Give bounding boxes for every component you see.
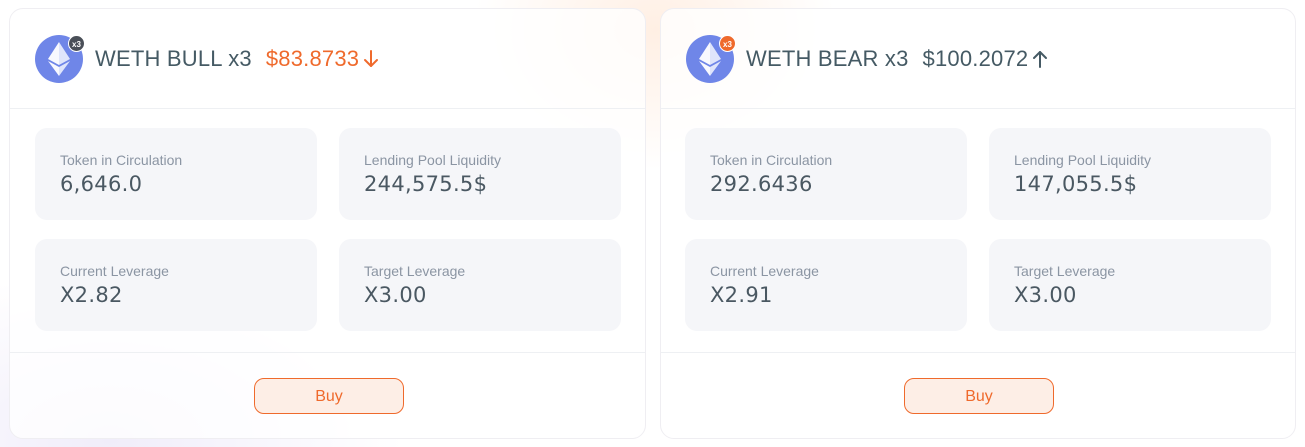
stat-lending-pool-liquidity: Lending Pool Liquidity 244,575.5$ (339, 128, 621, 220)
stat-value: X3.00 (364, 283, 427, 307)
stat-label: Target Leverage (364, 263, 466, 279)
stat-label: Target Leverage (1014, 263, 1116, 279)
stat-target-leverage: Target Leverage X3.00 (339, 239, 621, 331)
token-name: WETH BEAR x3 (746, 46, 909, 71)
arrow-up-icon (1033, 51, 1048, 68)
token-cards-panel: x3 WETH BULL x3 $83.8733 Token in Circul… (0, 0, 1305, 447)
stat-value: 244,575.5$ (364, 172, 488, 196)
token-price: $100.2072 (922, 46, 1029, 71)
ethereum-icon (48, 42, 70, 76)
buy-button[interactable]: Buy (904, 378, 1054, 414)
card-footer: Buy (10, 352, 645, 438)
weth-token-icon: x3 (35, 35, 85, 83)
token-price: $83.8733 (265, 46, 360, 71)
token-name: WETH BULL x3 (95, 46, 252, 71)
stat-token-in-circulation: Token in Circulation 6,646.0 (35, 128, 317, 220)
card-header: x3 WETH BULL x3 $83.8733 (10, 9, 645, 109)
stat-current-leverage: Current Leverage X2.91 (685, 239, 967, 331)
ethereum-icon (699, 42, 721, 76)
token-title-row: WETH BULL x3 $83.8733 (95, 43, 379, 75)
token-title-row: WETH BEAR x3 $100.2072 (746, 43, 1048, 75)
stat-value: X3.00 (1014, 283, 1077, 307)
stat-lending-pool-liquidity: Lending Pool Liquidity 147,055.5$ (989, 128, 1271, 220)
stat-label: Current Leverage (60, 263, 169, 279)
stat-current-leverage: Current Leverage X2.82 (35, 239, 317, 331)
stat-token-in-circulation: Token in Circulation 292.6436 (685, 128, 967, 220)
stat-value: 6,646.0 (60, 172, 143, 196)
stat-target-leverage: Target Leverage X3.00 (989, 239, 1271, 331)
arrow-down-icon (364, 50, 379, 67)
leverage-badge: x3 (68, 35, 85, 52)
stat-value: X2.91 (710, 283, 773, 307)
token-card-bull: x3 WETH BULL x3 $83.8733 Token in Circul… (9, 8, 646, 439)
card-header: x3 WETH BEAR x3 $100.2072 (661, 9, 1295, 109)
stat-label: Lending Pool Liquidity (1014, 152, 1151, 168)
stat-value: 147,055.5$ (1014, 172, 1138, 196)
stat-label: Token in Circulation (710, 152, 833, 168)
stat-label: Current Leverage (710, 263, 819, 279)
buy-button[interactable]: Buy (254, 378, 404, 414)
stat-value: 292.6436 (710, 172, 813, 196)
leverage-badge: x3 (719, 35, 736, 52)
card-footer: Buy (661, 352, 1295, 438)
stat-label: Token in Circulation (60, 152, 183, 168)
stat-value: X2.82 (60, 283, 123, 307)
weth-token-icon: x3 (686, 35, 736, 83)
stat-label: Lending Pool Liquidity (364, 152, 501, 168)
token-card-bear: x3 WETH BEAR x3 $100.2072 Token in Circu… (660, 8, 1296, 439)
